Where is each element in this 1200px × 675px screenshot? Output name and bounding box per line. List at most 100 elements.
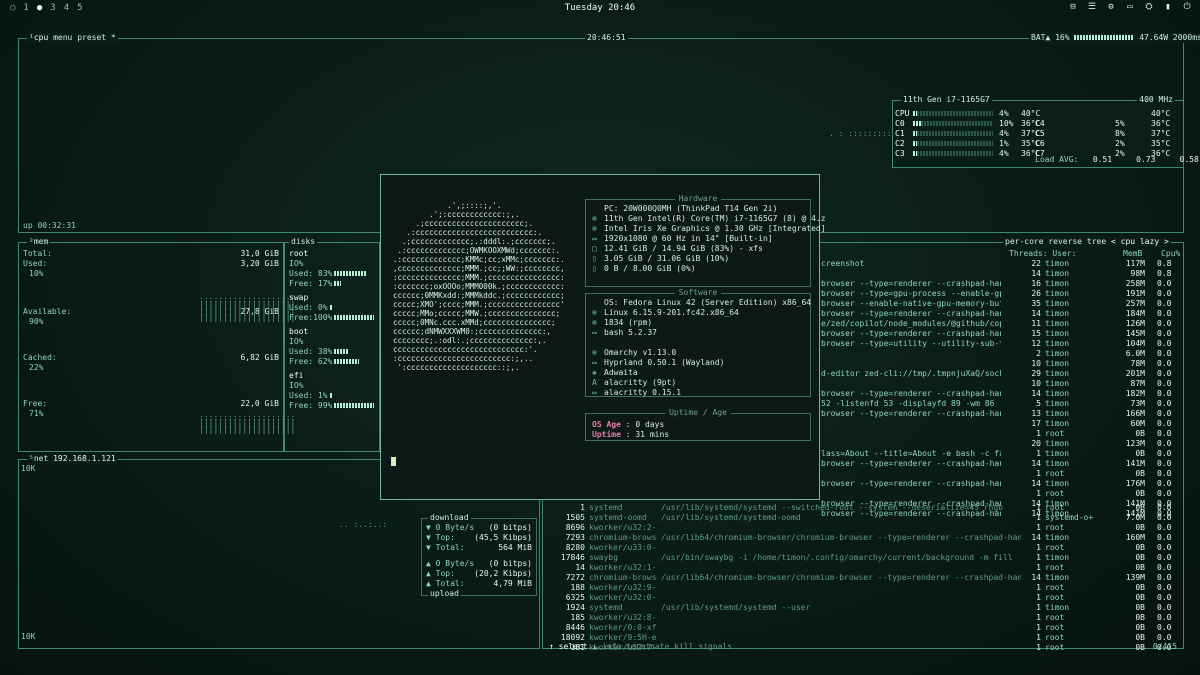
disk-used: Used: 0% — [289, 303, 328, 312]
proc-user: root — [1045, 429, 1065, 438]
download-value: (0 bitps) — [488, 523, 532, 532]
clock[interactable]: Tuesday 20:46 — [0, 3, 1200, 13]
info-button[interactable]: info — [602, 642, 621, 651]
table-row[interactable]: 8696 kworker/u32:2-kc 1 root 0B 0.0 — [547, 523, 1179, 533]
table-row[interactable]: 1 root 0B 0.0 — [821, 469, 1179, 479]
menu-icon[interactable]: ☰ — [1087, 2, 1097, 12]
table-row[interactable]: 17 timon 60M 0.0 — [821, 419, 1179, 429]
table-row[interactable]: 185 kworker/u32:8-kc 1 root 0B 0.0 — [547, 613, 1179, 623]
reverse-toggle[interactable]: reverse — [1048, 237, 1082, 246]
display-icon[interactable]: ▭ — [1125, 2, 1135, 12]
cpu-core-pct: 4% — [999, 109, 1009, 118]
cpu-tab[interactable]: ¹cpu — [29, 33, 48, 42]
disk-free-row: Free: 62% — [289, 357, 360, 367]
disk-name[interactable]: efi — [289, 371, 303, 381]
software-row-text: Hyprland 0.50.1 (Wayland) — [604, 358, 725, 367]
logo-line: :ccccccccccccccccccccccccc:;,.. — [393, 354, 533, 363]
cpu-core-label: C3 — [895, 149, 905, 158]
disks-title[interactable]: disks — [289, 237, 318, 247]
software-row-text: Adwaita — [604, 368, 638, 377]
cpu-core-pct: 8% — [1115, 129, 1125, 138]
proc-cmd: /usr/lib/systemd/systemd-oomd — [661, 513, 801, 522]
settings-icon[interactable]: ⚙ — [1106, 2, 1116, 12]
disk-name[interactable]: swap — [289, 293, 308, 303]
net-title[interactable]: ⁵net — [29, 454, 48, 463]
cpu-core-meter-bg — [917, 111, 993, 116]
software-row: ▭ Hyprland 0.50.1 (Wayland) — [592, 358, 811, 368]
table-row[interactable]: 1 systemd/usr/lib/systemd/systemd --switc… — [547, 503, 1179, 513]
proc-mem: 0B — [1135, 583, 1145, 592]
mem-title[interactable]: ²mem — [27, 237, 51, 247]
select-button[interactable]: ↑ select ↓ — [549, 642, 597, 651]
download-value: 564 MiB — [498, 543, 532, 552]
col-cpu[interactable]: Cpu% — [1161, 249, 1180, 259]
proc-mem: 0B — [1135, 503, 1145, 512]
screenshot-icon[interactable]: ⊟ — [1068, 2, 1078, 12]
per-core-toggle[interactable]: per-core — [1005, 237, 1044, 246]
preset-tab[interactable]: preset * — [77, 33, 116, 42]
proc-cmd: browser --enable-native-gpu-memory-buffe… — [821, 299, 1001, 308]
hardware-row: ⊕ 11th Gen Intel(R) Core(TM) i7-1165G7 (8… — [592, 214, 826, 224]
table-row[interactable]: 1 root 0B 0.0 — [821, 429, 1179, 439]
kill-button[interactable]: kill — [674, 642, 693, 651]
proc-cmd: browser --type=gpu-process --enable-gpu-… — [821, 289, 1001, 298]
disk-name[interactable]: boot — [289, 327, 308, 337]
menu-tab[interactable]: menu — [53, 33, 72, 42]
table-row[interactable]: 17846 swaybg/usr/bin/swaybg -i /home/timo… — [547, 553, 1179, 563]
proc-cmd: browser --type=renderer --crashpad-handl… — [821, 329, 1001, 338]
proc-user: timon — [1045, 603, 1070, 612]
fedora-logo: .',;::::;,'. .';:cccccccccccc:;,. .;cccc… — [393, 201, 565, 372]
cpu-core-row: C5 8% 37°C — [1035, 129, 1179, 139]
table-row[interactable]: 10 timon 78M 0.0 — [821, 359, 1179, 369]
net-ip: 192.168.1.121 — [53, 454, 116, 463]
table-row[interactable]: 1505 systemd-oomd/usr/lib/systemd/systemd… — [547, 513, 1179, 523]
logo-line: .;cccccccccccccccccccccc;. — [393, 219, 533, 228]
fastfetch-window[interactable]: .',;::::;,'. .';:cccccccccccc:;,. .;cccc… — [380, 174, 826, 500]
table-row[interactable]: 1924 systemd/usr/lib/systemd/systemd --us… — [547, 603, 1179, 613]
proc-threads: 14 — [1031, 479, 1041, 488]
table-row[interactable]: 7293 chromium-browse/usr/lib64/chromium-b… — [547, 533, 1179, 543]
proc-cpu: 0.0 — [1157, 389, 1172, 398]
proc-cmd: browser --type=renderer --crashpad-handl… — [821, 479, 1001, 488]
network-icon[interactable]: ⛭ — [1144, 2, 1154, 12]
terminate-button[interactable]: terminate — [626, 642, 669, 651]
disk-used-meter — [334, 349, 350, 354]
col-threads[interactable]: Threads: — [1009, 249, 1048, 258]
proc-threads: 1 — [1036, 643, 1041, 652]
col-mem[interactable]: MemB — [1123, 249, 1142, 259]
table-row[interactable]: 2 timon 6.0M 0.0 — [821, 349, 1179, 359]
tree-toggle[interactable]: tree — [1087, 237, 1106, 246]
upload-label: ▲ Total: — [426, 579, 465, 588]
refresh-rate[interactable]: 2000ms + — [1173, 33, 1200, 42]
proc-cpu: 0.0 — [1157, 399, 1172, 408]
proc-mem: 139M — [1125, 573, 1145, 582]
proc-mem: 60M — [1130, 419, 1145, 428]
cpu-core-temp: 37°C — [1151, 129, 1171, 138]
signals-button[interactable]: signals — [698, 642, 732, 651]
sort-selector[interactable]: < cpu lazy > — [1111, 237, 1169, 246]
table-row[interactable]: 7272 chromium-browse/usr/lib64/chromium-b… — [547, 573, 1179, 583]
proc-user: timon — [1045, 359, 1070, 368]
hardware-row-icon: ▯ — [592, 264, 597, 273]
table-row[interactable]: 8280 kworker/u33:0-rb 1 root 0B 0.0 — [547, 543, 1179, 553]
power-icon[interactable]: ⏻ — [1182, 2, 1192, 12]
table-row[interactable]: 6325 kworker/u32:0-ev 1 root 0B 0.0 — [547, 593, 1179, 603]
disk-free-row: Free: 99% — [289, 401, 375, 411]
logo-line: ccccc;MMo;ccccc;MMW.;ccccccccccccccc; — [393, 309, 561, 318]
proc-user: root — [1045, 623, 1065, 632]
table-row[interactable]: 14 kworker/u32:1-fl 1 root 0B 0.0 — [547, 563, 1179, 573]
col-user[interactable]: User: — [1052, 249, 1076, 258]
disk-name[interactable]: root — [289, 249, 308, 259]
mem-cached-pct: 22% — [29, 363, 44, 372]
proc-cpu: 0.0 — [1157, 479, 1172, 488]
table-row[interactable]: 20 timon 123M 0.0 — [821, 439, 1179, 449]
table-row[interactable]: 8446 kworker/0:0-xfs- 1 root 0B 0.0 — [547, 623, 1179, 633]
battery-icon[interactable]: ▮ — [1163, 2, 1173, 12]
table-row[interactable]: 10 timon 87M 0.0 — [821, 379, 1179, 389]
table-row[interactable]: 188 kworker/u32:9-fl 1 root 0B 0.0 — [547, 583, 1179, 593]
upload-row: ▲ Top: (20,2 Kibps) — [426, 569, 532, 579]
proc-user: root — [1045, 503, 1065, 512]
table-row[interactable]: 1 root 0B 0.0 — [821, 489, 1179, 499]
table-row[interactable]: 14 timon 98M 0.8 — [821, 269, 1179, 279]
mem-avail-pct: 90% — [29, 317, 44, 326]
